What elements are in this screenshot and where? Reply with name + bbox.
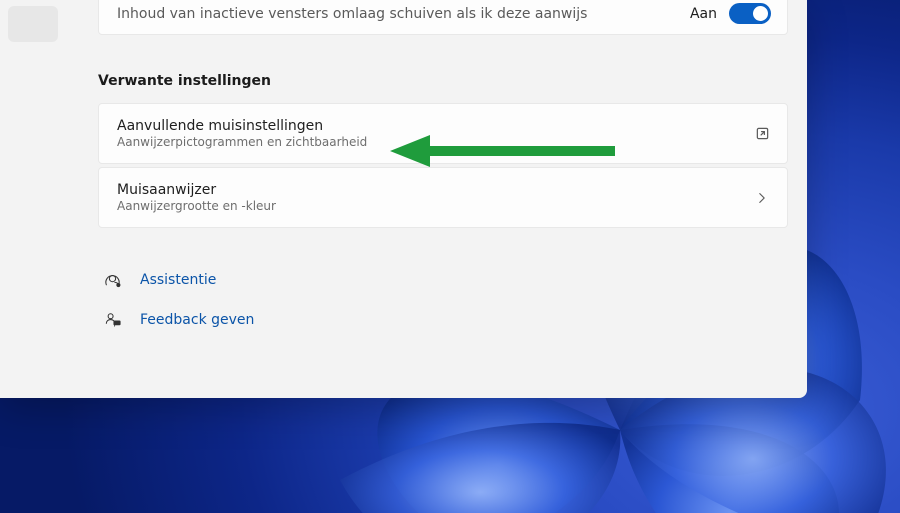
setting-title: Inhoud van inactieve vensters omlaag sch…	[117, 6, 690, 22]
link-label: Assistentie	[140, 272, 216, 288]
settings-content: Inhoud van inactieve vensters omlaag sch…	[98, 0, 788, 398]
help-links: ? Assistentie Feedback geven	[98, 260, 788, 340]
toggle-container: Aan	[690, 3, 771, 24]
svg-text:?: ?	[117, 283, 119, 287]
chevron-right-icon	[753, 189, 771, 207]
setting-title: Aanvullende muisinstellingen	[117, 118, 737, 134]
toggle-state-label: Aan	[690, 6, 717, 22]
help-icon: ?	[102, 270, 122, 290]
sidebar	[8, 0, 68, 50]
feedback-icon	[102, 310, 122, 330]
link-feedback[interactable]: Feedback geven	[98, 300, 788, 340]
toggle-knob	[753, 6, 768, 21]
setting-mouse-pointer[interactable]: Muisaanwijzer Aanwijzergrootte en -kleur	[98, 167, 788, 228]
section-header-related: Verwante instellingen	[98, 73, 788, 89]
sidebar-item[interactable]	[8, 6, 58, 42]
toggle-switch[interactable]	[729, 3, 771, 24]
settings-window: Inhoud van inactieve vensters omlaag sch…	[0, 0, 807, 398]
setting-subtitle: Aanwijzergrootte en -kleur	[117, 199, 737, 213]
setting-subtitle: Aanwijzerpictogrammen en zichtbaarheid	[117, 135, 737, 149]
link-assist[interactable]: ? Assistentie	[98, 260, 788, 300]
link-label: Feedback geven	[140, 312, 254, 328]
setting-scroll-inactive[interactable]: Inhoud van inactieve vensters omlaag sch…	[98, 0, 788, 35]
setting-title: Muisaanwijzer	[117, 182, 737, 198]
external-link-icon	[753, 125, 771, 143]
setting-additional-mouse[interactable]: Aanvullende muisinstellingen Aanwijzerpi…	[98, 103, 788, 164]
